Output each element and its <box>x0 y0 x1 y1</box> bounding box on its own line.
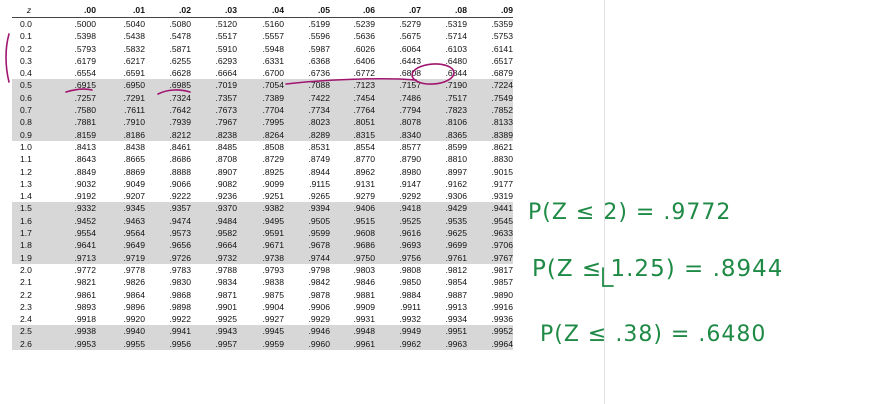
underline-mark <box>285 77 417 85</box>
bracket-mark <box>5 33 10 83</box>
underline-mark <box>65 88 93 93</box>
probability-note-2: P(Z ≤ 1.25) = .8944 <box>532 256 784 282</box>
probability-note-1: P(Z ≤ 2) = .9772 <box>528 200 732 225</box>
underline-mark <box>157 89 191 95</box>
circle-mark <box>411 63 455 85</box>
probability-note-3: P(Z ≤ .38) = .6480 <box>540 322 767 347</box>
